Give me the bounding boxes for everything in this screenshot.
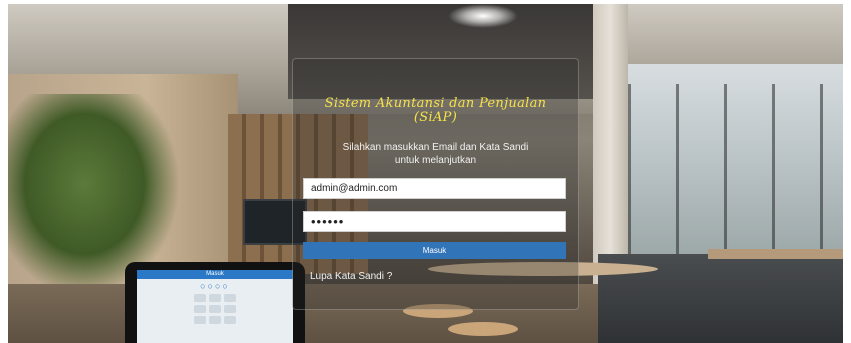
login-instructions: Silahkan masukkan Email dan Kata Sandi u… — [313, 141, 558, 167]
forgot-password-link[interactable]: Lupa Kata Sandi ? — [310, 271, 392, 282]
stool — [448, 322, 518, 336]
counter-top — [708, 249, 843, 259]
app-title-line1: Sistem Akuntansi dan Penjualan — [324, 96, 547, 111]
app-title: Sistem Akuntansi dan Penjualan (SiAP) — [293, 97, 578, 125]
window-frames — [628, 84, 843, 264]
ceiling-light — [448, 4, 518, 28]
tablet-keypad — [137, 294, 293, 324]
tablet-screen: Masuk ○○○○ — [137, 270, 293, 343]
password-input[interactable] — [303, 211, 566, 232]
tablet-pin-dots: ○○○○ — [200, 281, 230, 291]
app-title-line2: (SiAP) — [413, 110, 458, 125]
instructions-line1: Silahkan masukkan Email dan Kata Sandi — [342, 142, 529, 153]
pos-tablet: Masuk ○○○○ — [125, 262, 305, 343]
email-input[interactable] — [303, 178, 566, 199]
instructions-line2: untuk melanjutkan — [394, 155, 477, 166]
tablet-header: Masuk — [137, 270, 293, 279]
login-button[interactable]: Masuk — [303, 242, 566, 259]
login-card: Sistem Akuntansi dan Penjualan (SiAP) Si… — [292, 58, 579, 310]
